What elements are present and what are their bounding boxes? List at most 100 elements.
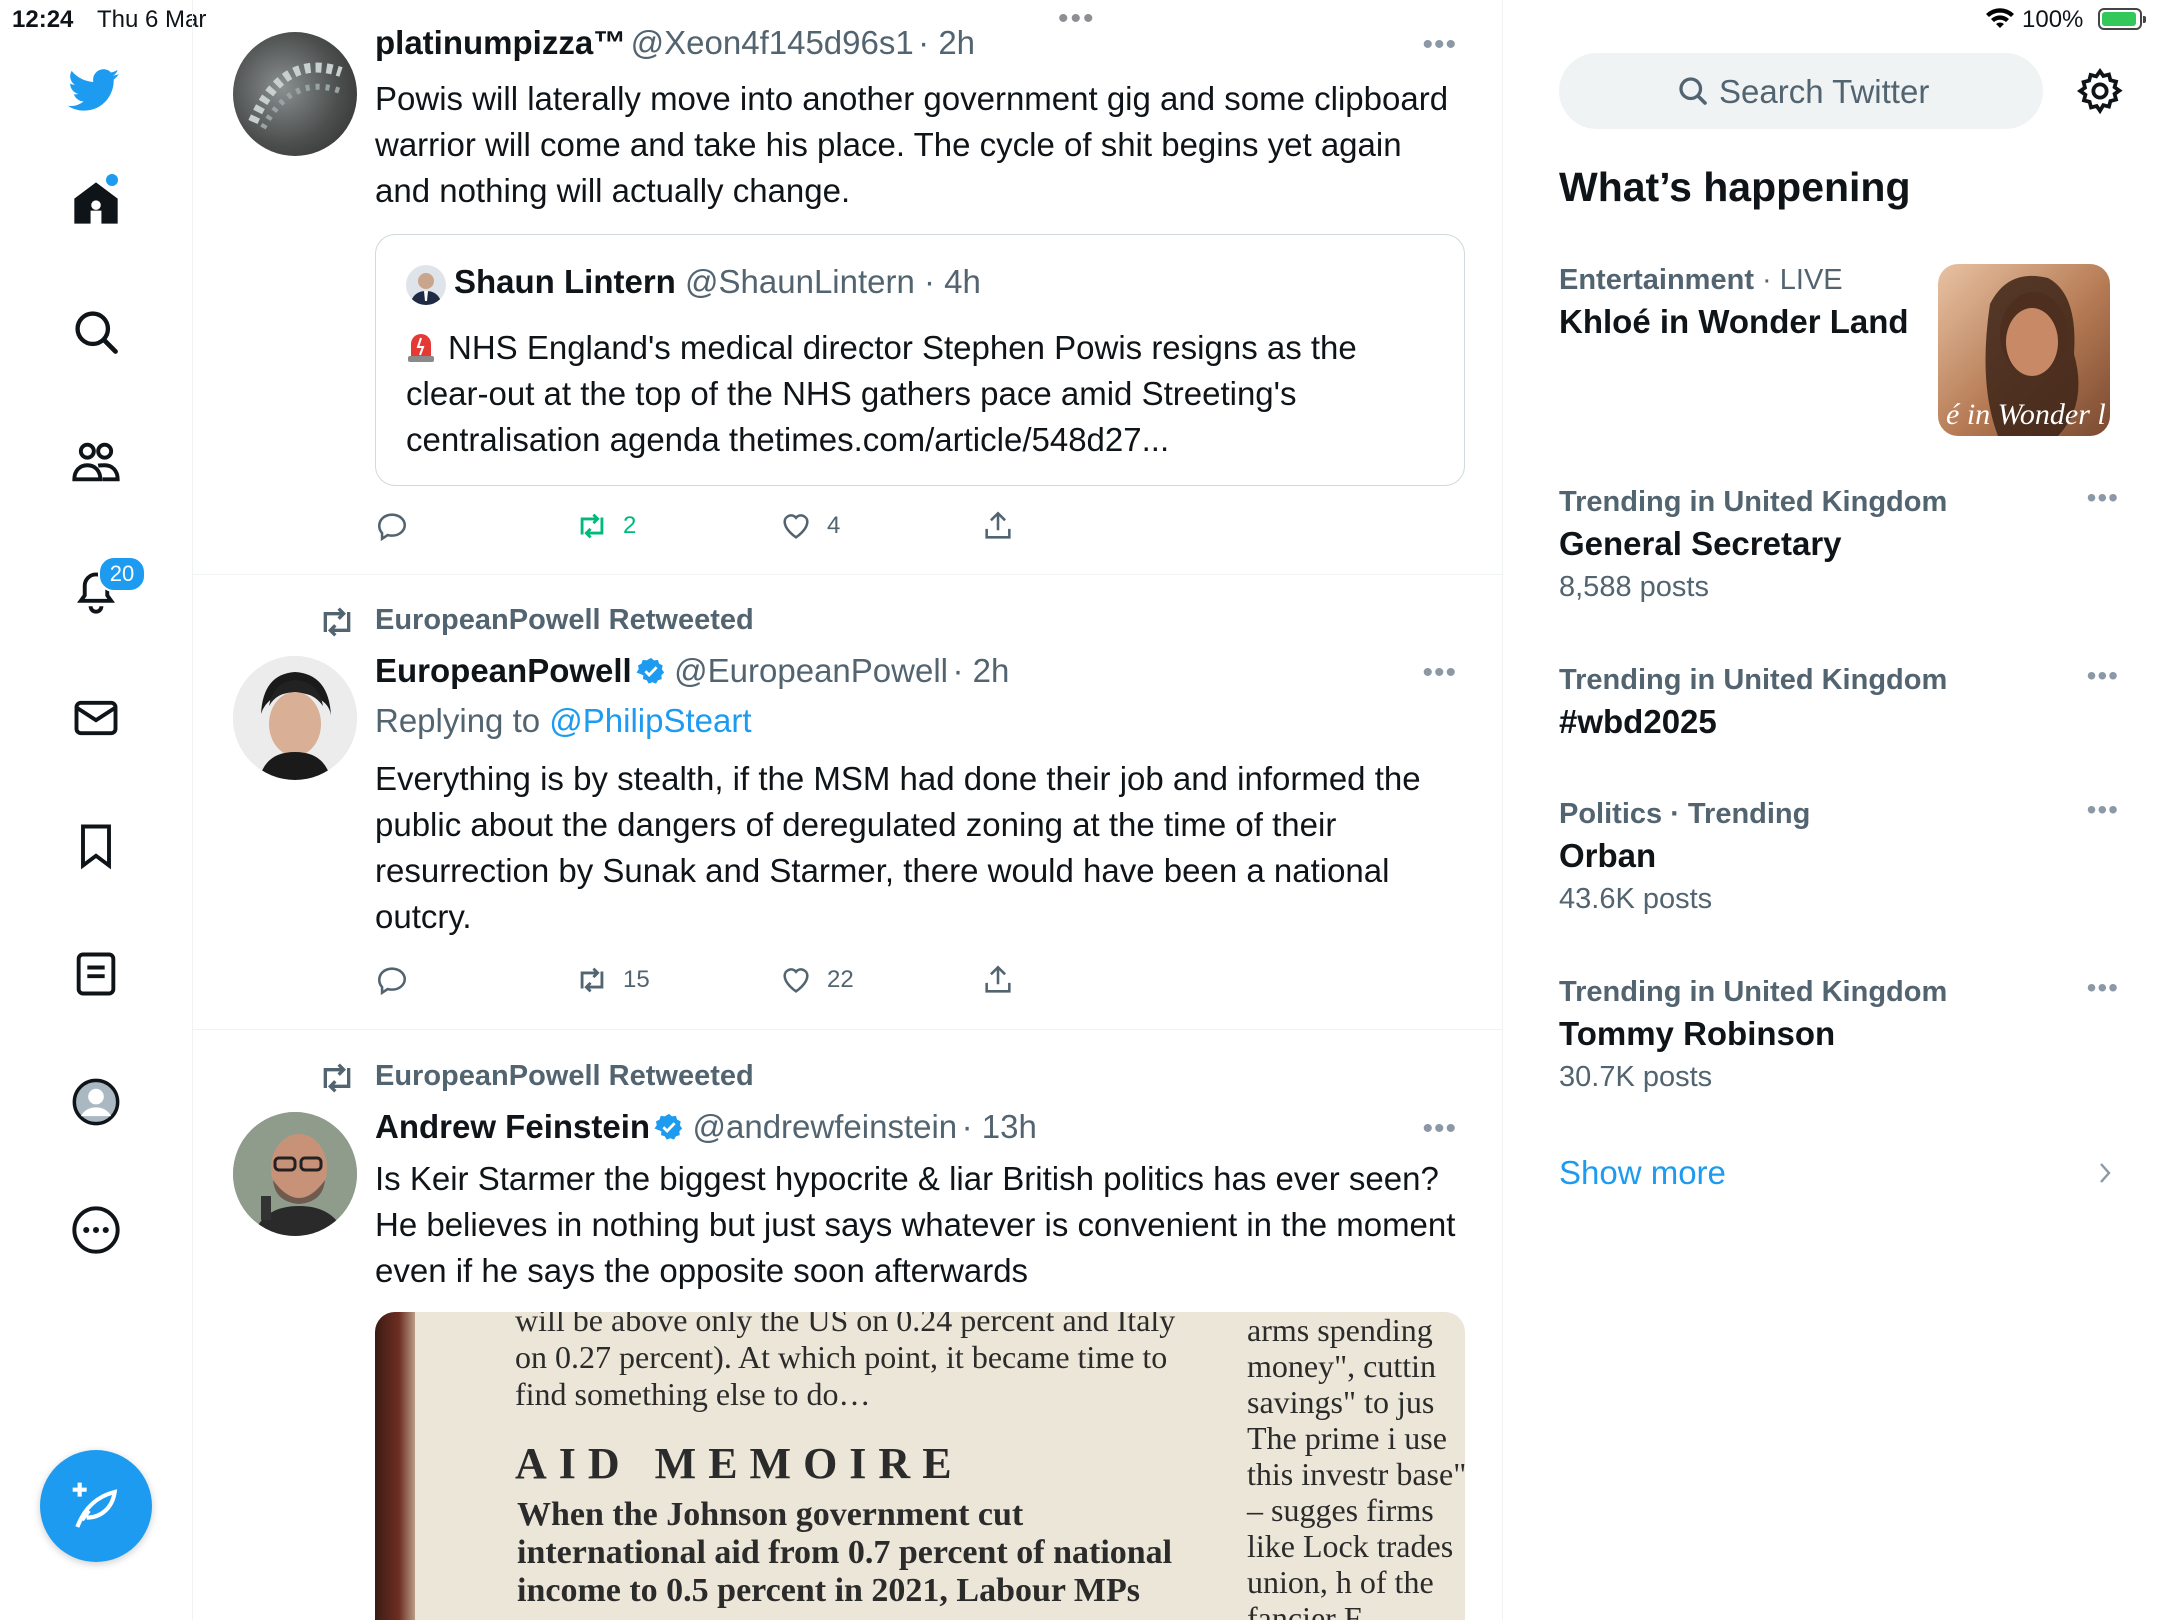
trend-more-button[interactable]: ••• xyxy=(2087,482,2119,514)
trend-name: Tommy Robinson xyxy=(1559,1015,1836,1052)
tweet-more-button[interactable]: ••• xyxy=(1422,1112,1457,1146)
retweet-icon xyxy=(580,967,604,993)
author-handle[interactable]: @andrewfeinstein xyxy=(693,1108,958,1145)
quoted-tweet[interactable]: Shaun Lintern @ShaunLintern · 4h NHS Eng… xyxy=(375,234,1465,486)
share-button[interactable] xyxy=(981,960,1029,1000)
search-icon[interactable] xyxy=(70,306,122,358)
trend-post-count: 30.7K posts xyxy=(1559,1061,1713,1093)
trend-more-button[interactable]: ••• xyxy=(2087,794,2119,826)
trend-category: Trending in United Kingdom xyxy=(1559,664,1948,696)
profile-avatar-icon[interactable] xyxy=(70,1076,122,1128)
messages-icon[interactable] xyxy=(70,692,122,744)
siren-emoji-icon xyxy=(408,334,434,362)
tweet-time[interactable]: · 13h xyxy=(962,1108,1037,1145)
retweeted-by-label[interactable]: EuropeanPowell Retweeted xyxy=(375,1060,754,1093)
tweet-andrew-feinstein[interactable]: EuropeanPowell Retweeted Andrew Feinstei… xyxy=(193,1030,1502,1620)
verified-badge-icon xyxy=(636,657,664,684)
like-button[interactable]: 4 xyxy=(779,506,840,546)
search-input[interactable]: Search Twitter xyxy=(1559,53,2043,129)
compose-tweet-button[interactable] xyxy=(40,1450,152,1562)
twitter-logo-icon[interactable] xyxy=(68,64,120,116)
trend-post-count: 8,588 posts xyxy=(1559,571,1709,603)
author-name[interactable]: EuropeanPowell xyxy=(375,652,632,689)
left-navigation: 20 xyxy=(0,0,193,1620)
replying-to: Replying to @PhilipSteart xyxy=(375,702,1465,740)
trend-live-label: LIVE xyxy=(1779,264,1843,296)
share-button[interactable] xyxy=(981,506,1029,546)
tweet-actions: 2 4 xyxy=(375,506,1075,546)
search-icon xyxy=(1679,77,1707,105)
media-paragraph: When the Johnson government cut internat… xyxy=(517,1496,1173,1609)
avatar[interactable] xyxy=(233,32,357,156)
trend-category: Trending in United Kingdom xyxy=(1559,486,1948,518)
trend-post-count: 43.6K posts xyxy=(1559,883,1713,915)
tweet-text: Powis will laterally move into another g… xyxy=(375,80,1449,209)
media-side-column: arms spending money", cuttin savings" to… xyxy=(1247,1312,1465,1620)
bookmarks-icon[interactable] xyxy=(70,820,122,872)
tweet-time[interactable]: · 2h xyxy=(952,652,1009,689)
home-unread-dot xyxy=(106,174,118,186)
retweeted-by-label[interactable]: EuropeanPowell Retweeted xyxy=(375,604,754,637)
avatar[interactable] xyxy=(233,656,357,780)
retweeted-icon xyxy=(323,1063,351,1093)
tweet-actions: 15 22 xyxy=(375,960,1075,1000)
quoted-text: NHS England's medical director Stephen P… xyxy=(406,329,1357,458)
trend-item[interactable]: ••• Trending in United Kingdom Tommy Rob… xyxy=(1559,972,2119,1094)
verified-badge-icon xyxy=(654,1113,683,1140)
author-name[interactable]: platinumpizza™ xyxy=(375,24,626,61)
trend-item[interactable]: ••• Politics · Trending Orban 43.6K post… xyxy=(1559,794,2119,916)
whats-happening-title: What’s happening xyxy=(1559,164,1911,210)
avatar[interactable] xyxy=(233,1112,357,1236)
like-count: 22 xyxy=(827,966,854,993)
retweet-button[interactable]: 15 xyxy=(575,960,650,1000)
tweet-more-button[interactable]: ••• xyxy=(1422,28,1457,62)
communities-icon[interactable] xyxy=(70,436,122,488)
tweet-media-image[interactable]: will be above only the US on 0.24 percen… xyxy=(375,1312,1465,1620)
quoted-author-name: Shaun Lintern xyxy=(454,263,676,300)
trend-item[interactable]: ••• Trending in United Kingdom #wbd2025 xyxy=(1559,660,2119,741)
media-heading: AID MEMOIRE xyxy=(515,1439,964,1488)
retweet-count: 15 xyxy=(623,966,650,993)
heart-icon xyxy=(783,968,809,993)
lists-icon[interactable] xyxy=(70,948,122,1000)
chevron-right-icon xyxy=(2100,1163,2111,1183)
tweet-time[interactable]: · 2h xyxy=(918,24,975,61)
quoted-author-handle: @ShaunLintern xyxy=(685,263,915,300)
trend-category: Trending in United Kingdom xyxy=(1559,976,1948,1008)
trend-separator: · xyxy=(1753,264,1780,296)
trend-more-button[interactable]: ••• xyxy=(2087,660,2119,692)
heart-icon xyxy=(783,514,809,539)
trend-category: Politics · Trending xyxy=(1559,798,1811,830)
reply-button[interactable] xyxy=(375,506,423,546)
reply-button[interactable] xyxy=(375,960,423,1000)
replying-to-handle-link[interactable]: @PhilipSteart xyxy=(549,702,751,739)
more-options-icon[interactable] xyxy=(70,1204,122,1256)
like-button[interactable]: 22 xyxy=(779,960,854,1000)
trend-name: #wbd2025 xyxy=(1559,703,1717,740)
tweet-text: Everything is by stealth, if the MSM had… xyxy=(375,760,1421,935)
retweeted-icon xyxy=(323,607,351,637)
replying-to-label: Replying to xyxy=(375,702,541,739)
share-icon xyxy=(985,965,1011,993)
trend-more-button[interactable]: ••• xyxy=(2087,972,2119,1004)
author-handle[interactable]: @EuropeanPowell xyxy=(674,652,948,689)
retweet-button[interactable]: 2 xyxy=(575,506,636,546)
compose-feather-icon xyxy=(72,1482,118,1528)
trend-thumbnail-image[interactable]: é in Wonder l xyxy=(1938,264,2110,436)
author-handle[interactable]: @Xeon4f145d96s1 xyxy=(631,24,914,61)
tweet-platinumpizza[interactable]: platinumpizza™ @Xeon4f145d96s1 · 2h ••• … xyxy=(193,0,1502,575)
like-count: 4 xyxy=(827,512,841,539)
tweet-europeanpowell[interactable]: EuropeanPowell Retweeted EuropeanPowell … xyxy=(193,574,1502,1030)
tweet-more-button[interactable]: ••• xyxy=(1422,656,1457,690)
quoted-avatar xyxy=(406,265,446,305)
settings-gear-icon[interactable] xyxy=(2075,66,2125,116)
reply-icon xyxy=(377,967,407,996)
timeline[interactable]: platinumpizza™ @Xeon4f145d96s1 · 2h ••• … xyxy=(193,0,1503,1620)
show-more-link[interactable]: Show more xyxy=(1559,1154,1726,1192)
retweet-count: 2 xyxy=(623,512,637,539)
notifications-badge: 20 xyxy=(98,556,146,592)
trend-item[interactable]: ••• Trending in United Kingdom General S… xyxy=(1559,482,2119,604)
author-name[interactable]: Andrew Feinstein xyxy=(375,1108,650,1145)
thumbnail-text: é in Wonder l xyxy=(1946,398,2106,431)
media-text-column: will be above only the US on 0.24 percen… xyxy=(515,1312,1176,1412)
